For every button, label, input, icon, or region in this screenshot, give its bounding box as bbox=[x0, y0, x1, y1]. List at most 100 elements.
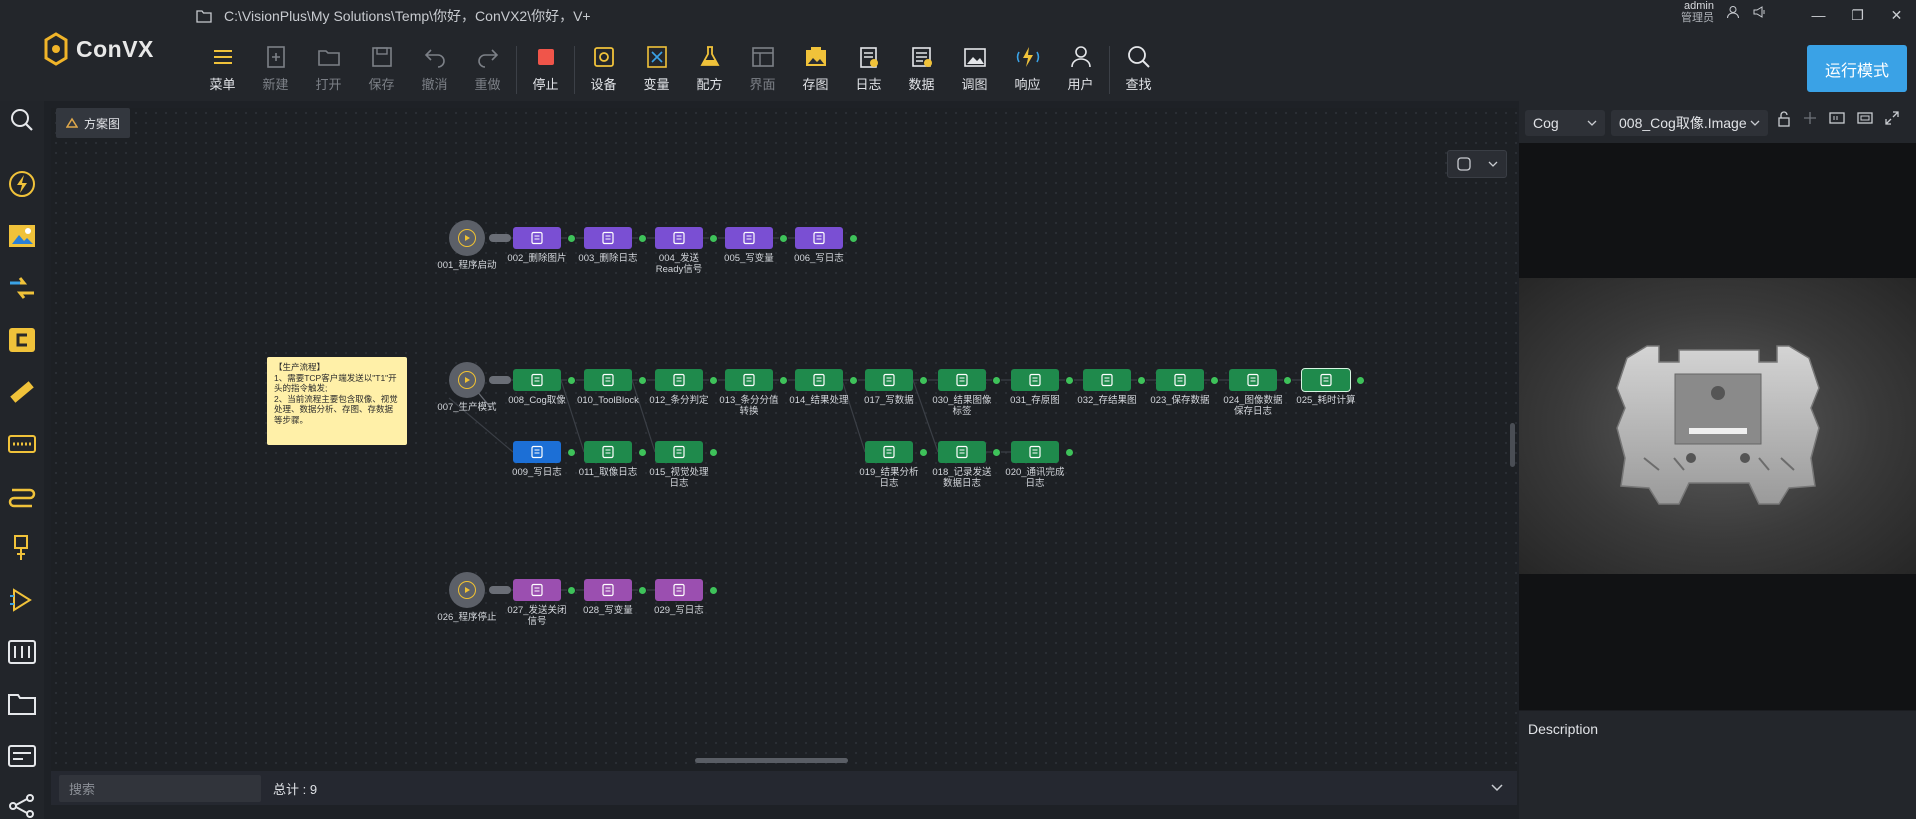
fit-window-icon[interactable] bbox=[1857, 111, 1873, 125]
flow-node[interactable] bbox=[795, 369, 843, 391]
flow-node[interactable] bbox=[865, 441, 913, 463]
node-output-port[interactable] bbox=[1137, 376, 1146, 385]
toolbar-button-menu[interactable]: 菜单 bbox=[196, 44, 249, 93]
node-output-port[interactable] bbox=[567, 586, 576, 595]
flow-node[interactable] bbox=[1156, 369, 1204, 391]
flow-node[interactable] bbox=[655, 369, 703, 391]
sidebar-plc-icon[interactable] bbox=[7, 533, 37, 563]
image-viewer[interactable] bbox=[1519, 143, 1916, 710]
node-output-port[interactable] bbox=[567, 448, 576, 457]
lock-icon[interactable] bbox=[1777, 111, 1791, 127]
toolbar-button-search[interactable]: 查找 bbox=[1112, 44, 1165, 93]
flow-node[interactable] bbox=[865, 369, 913, 391]
fit-image-icon[interactable] bbox=[1829, 111, 1845, 125]
node-output-port[interactable] bbox=[1210, 376, 1219, 385]
toolbar-button-new-file[interactable]: 新建 bbox=[249, 44, 302, 93]
node-output-port[interactable] bbox=[1356, 376, 1365, 385]
toolbar-button-interface[interactable]: 界面 bbox=[736, 44, 789, 93]
node-output-port[interactable] bbox=[709, 376, 718, 385]
node-output-port[interactable] bbox=[638, 586, 647, 595]
flow-start-node[interactable] bbox=[449, 572, 485, 608]
sidebar-card-icon[interactable] bbox=[7, 741, 37, 771]
node-output-port[interactable] bbox=[992, 376, 1001, 385]
toolbar-button-variable[interactable]: 变量 bbox=[630, 44, 683, 93]
flow-node[interactable] bbox=[795, 227, 843, 249]
toolbar-button-device[interactable]: 设备 bbox=[577, 44, 630, 93]
plus-icon[interactable] bbox=[1803, 111, 1817, 125]
flow-node[interactable] bbox=[513, 441, 561, 463]
sidebar-image-icon[interactable] bbox=[7, 221, 37, 251]
sidebar-trigger-icon[interactable] bbox=[7, 169, 37, 199]
flow-node[interactable] bbox=[584, 227, 632, 249]
flow-node[interactable] bbox=[513, 227, 561, 249]
flow-node[interactable] bbox=[655, 441, 703, 463]
node-output-port[interactable] bbox=[638, 448, 647, 457]
toolbar-button-user[interactable]: 用户 bbox=[1054, 44, 1107, 93]
node-output-port[interactable] bbox=[919, 376, 928, 385]
sidebar-cognex-icon[interactable] bbox=[7, 325, 37, 355]
flow-node[interactable] bbox=[1011, 369, 1059, 391]
flow-node[interactable] bbox=[1229, 369, 1277, 391]
toolbar-button-save[interactable]: 保存 bbox=[355, 44, 408, 93]
node-output-port[interactable] bbox=[709, 234, 718, 243]
sidebar-measure-icon[interactable] bbox=[7, 377, 37, 407]
node-output-port[interactable] bbox=[638, 234, 647, 243]
sidebar-logic-icon[interactable] bbox=[7, 585, 37, 615]
collapse-chevron-icon[interactable] bbox=[1491, 784, 1503, 792]
node-output-port[interactable] bbox=[849, 376, 858, 385]
flow-start-node[interactable] bbox=[449, 362, 485, 398]
flow-node[interactable] bbox=[584, 579, 632, 601]
flow-node[interactable] bbox=[938, 369, 986, 391]
sidebar-keyboard-icon[interactable] bbox=[7, 429, 37, 459]
toolbar-button-undo[interactable]: 撤消 bbox=[408, 44, 461, 93]
camera-select[interactable]: Cog bbox=[1525, 110, 1605, 136]
toolbar-button-data[interactable]: 数据 bbox=[895, 44, 948, 93]
sticky-note[interactable]: 【生产流程】 1、需要TCP客户端发送以"T1"开头的指令触发; 2、当前流程主… bbox=[267, 357, 407, 445]
node-output-port[interactable] bbox=[1065, 448, 1074, 457]
run-mode-button[interactable]: 运行模式 bbox=[1807, 45, 1907, 92]
minimize-icon[interactable]: — bbox=[1799, 0, 1838, 30]
close-icon[interactable]: ✕ bbox=[1877, 0, 1916, 30]
node-output-port[interactable] bbox=[567, 234, 576, 243]
flow-node[interactable] bbox=[584, 441, 632, 463]
flow-node[interactable] bbox=[655, 579, 703, 601]
flow-node[interactable] bbox=[655, 227, 703, 249]
flow-node[interactable] bbox=[725, 369, 773, 391]
flow-canvas[interactable]: 方案图 001_程序启动 002_删除图片 003_删除日志 004_发送Ready信… bbox=[51, 108, 1517, 771]
broadcast-icon[interactable] bbox=[1752, 5, 1768, 19]
node-output-port[interactable] bbox=[919, 448, 928, 457]
sidebar-search-icon[interactable] bbox=[7, 105, 37, 135]
node-output-port[interactable] bbox=[779, 234, 788, 243]
toolbar-button-save-image[interactable]: 存图 bbox=[789, 44, 842, 93]
toolbar-button-load-image[interactable]: 调图 bbox=[948, 44, 1001, 93]
node-output-port[interactable] bbox=[567, 376, 576, 385]
flow-node[interactable] bbox=[1301, 368, 1351, 392]
sidebar-transfer-icon[interactable] bbox=[7, 273, 37, 303]
flow-node[interactable] bbox=[725, 227, 773, 249]
flow-node[interactable] bbox=[513, 369, 561, 391]
flow-node[interactable] bbox=[1011, 441, 1059, 463]
toolbar-button-stop[interactable]: 停止 bbox=[519, 44, 572, 93]
node-output-port[interactable] bbox=[849, 234, 858, 243]
toolbar-button-recipe-flask[interactable]: 配方 bbox=[683, 44, 736, 93]
image-select[interactable]: 008_Cog取像.Image bbox=[1611, 110, 1768, 136]
toolbar-button-log[interactable]: 日志 bbox=[842, 44, 895, 93]
vertical-scrollbar[interactable] bbox=[1510, 423, 1515, 467]
restore-icon[interactable]: ❐ bbox=[1838, 0, 1877, 30]
node-output-port[interactable] bbox=[1065, 376, 1074, 385]
account-icon[interactable] bbox=[1726, 5, 1740, 19]
toolbar-button-response[interactable]: 响应 bbox=[1001, 44, 1054, 93]
node-search-input[interactable]: 搜索 bbox=[59, 774, 261, 802]
node-output-port[interactable] bbox=[709, 448, 718, 457]
flow-start-node[interactable] bbox=[449, 220, 485, 256]
toolbar-button-folder-open[interactable]: 打开 bbox=[302, 44, 355, 93]
node-output-port[interactable] bbox=[779, 376, 788, 385]
flow-node[interactable] bbox=[1083, 369, 1131, 391]
sidebar-panel-icon[interactable] bbox=[7, 637, 37, 667]
flow-node[interactable] bbox=[938, 441, 986, 463]
expand-icon[interactable] bbox=[1885, 111, 1899, 125]
toolbar-button-redo[interactable]: 重做 bbox=[461, 44, 514, 93]
node-output-port[interactable] bbox=[992, 448, 1001, 457]
node-output-port[interactable] bbox=[638, 376, 647, 385]
sidebar-loop-icon[interactable] bbox=[7, 481, 37, 511]
